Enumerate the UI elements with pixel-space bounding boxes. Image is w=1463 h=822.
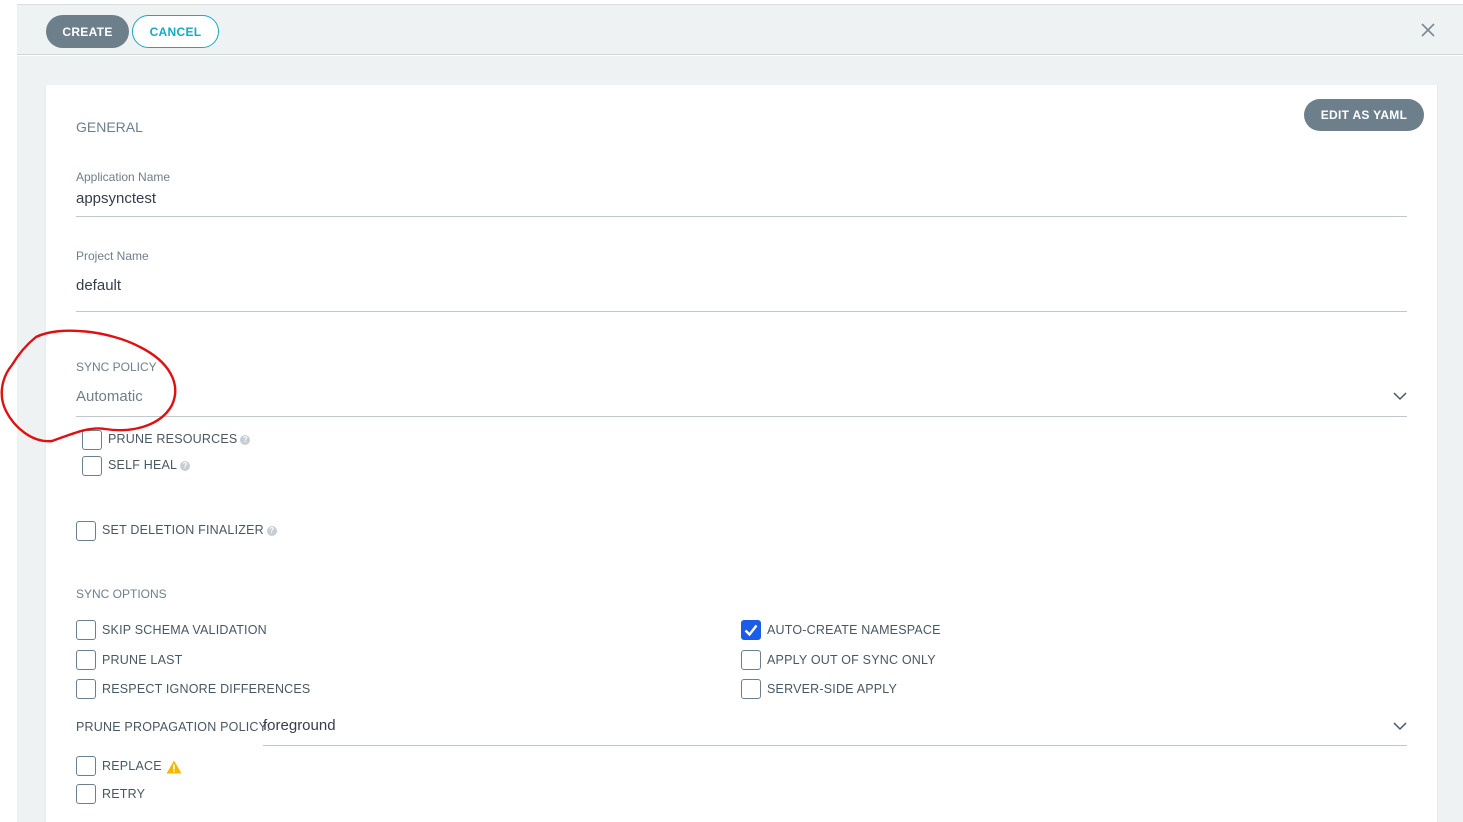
chevron-down-icon[interactable] — [1393, 391, 1407, 401]
application-name-input[interactable]: appsynctest — [76, 190, 1406, 214]
project-name-input[interactable]: default — [76, 277, 1406, 301]
replace-label: REPLACE — [102, 759, 182, 774]
cancel-button[interactable]: CANCEL — [132, 15, 219, 48]
project-name-underline — [76, 311, 1407, 312]
replace-checkbox[interactable] — [76, 756, 96, 776]
deletion-finalizer-checkbox[interactable] — [76, 521, 96, 541]
prune-last-checkbox[interactable] — [76, 650, 96, 670]
prune-resources-label: PRUNE RESOURCES? — [108, 432, 251, 446]
project-name-label: Project Name — [76, 249, 149, 263]
skip-schema-validation-checkbox[interactable] — [76, 620, 96, 640]
sync-policy-label: SYNC POLICY — [76, 360, 157, 374]
left-gutter — [0, 0, 17, 822]
respect-ignore-differences-label: RESPECT IGNORE DIFFERENCES — [102, 682, 311, 696]
create-app-form: EDIT AS YAML GENERAL Application Name ap… — [46, 85, 1437, 822]
self-heal-label: SELF HEAL? — [108, 458, 191, 472]
apply-out-of-sync-only-checkbox[interactable] — [741, 650, 761, 670]
server-side-apply-label: SERVER-SIDE APPLY — [767, 682, 898, 696]
prune-last-label: PRUNE LAST — [102, 653, 183, 667]
sync-policy-underline — [76, 416, 1407, 417]
prune-propagation-policy-select[interactable]: foreground — [263, 717, 1403, 741]
application-name-label: Application Name — [76, 170, 171, 184]
top-toolbar: CREATE CANCEL — [17, 4, 1463, 55]
help-icon[interactable]: ? — [180, 460, 191, 471]
create-button[interactable]: CREATE — [46, 15, 129, 48]
application-name-underline — [76, 216, 1407, 217]
respect-ignore-differences-checkbox[interactable] — [76, 679, 96, 699]
auto-create-namespace-checkbox[interactable] — [741, 620, 761, 640]
general-section-title: GENERAL — [76, 119, 143, 135]
warning-icon — [166, 760, 182, 774]
sync-policy-select[interactable]: Automatic — [76, 388, 1406, 412]
deletion-finalizer-label: SET DELETION FINALIZER? — [102, 523, 277, 537]
help-icon[interactable]: ? — [266, 525, 277, 536]
retry-checkbox[interactable] — [76, 784, 96, 804]
auto-create-namespace-label: AUTO-CREATE NAMESPACE — [767, 623, 941, 637]
prune-propagation-policy-label: PRUNE PROPAGATION POLICY: — [76, 720, 271, 734]
prune-propagation-underline — [263, 745, 1407, 746]
help-icon[interactable]: ? — [240, 434, 251, 445]
sync-options-title: SYNC OPTIONS — [76, 587, 167, 601]
chevron-down-icon[interactable] — [1393, 721, 1407, 731]
prune-resources-checkbox[interactable] — [82, 430, 102, 450]
checkmark-icon — [744, 624, 758, 637]
skip-schema-validation-label: SKIP SCHEMA VALIDATION — [102, 623, 267, 637]
server-side-apply-checkbox[interactable] — [741, 679, 761, 699]
retry-label: RETRY — [102, 787, 146, 801]
close-icon[interactable] — [1420, 22, 1436, 38]
self-heal-checkbox[interactable] — [82, 456, 102, 476]
edit-as-yaml-button[interactable]: EDIT AS YAML — [1304, 99, 1424, 131]
apply-out-of-sync-only-label: APPLY OUT OF SYNC ONLY — [767, 653, 936, 667]
